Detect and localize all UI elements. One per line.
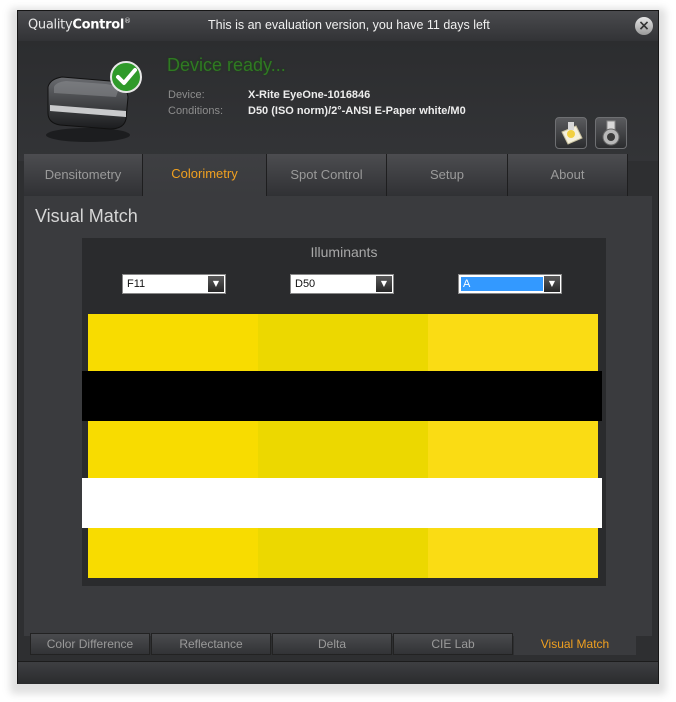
tab-spot-control[interactable]: Spot Control bbox=[267, 154, 387, 196]
subtab-cie-lab[interactable]: CIE Lab bbox=[393, 633, 513, 655]
illuminant-select-2-value: D50 bbox=[295, 278, 316, 290]
panel-title: Illuminants bbox=[310, 244, 378, 260]
illuminant-select-3[interactable]: A ▼ bbox=[458, 274, 562, 294]
swatch-column-a bbox=[428, 314, 598, 578]
sub-tabs: Color Difference Reflectance Delta CIE L… bbox=[24, 633, 652, 657]
conditions-value: D50 (ISO norm)/2°-ANSI E-Paper white/M0 bbox=[248, 105, 466, 117]
app-window: QualityControl® This is an evaluation ve… bbox=[17, 10, 659, 684]
paper-light-icon bbox=[561, 122, 583, 145]
chevron-down-icon[interactable]: ▼ bbox=[376, 276, 392, 292]
subtab-delta[interactable]: Delta bbox=[272, 633, 392, 655]
device-header: Device ready... Device: X-Rite EyeOne-10… bbox=[18, 41, 658, 161]
app-logo: QualityControl® bbox=[28, 17, 131, 33]
illuminant-select-1-value: F11 bbox=[127, 278, 146, 290]
window-title: This is an evaluation version, you have … bbox=[208, 18, 490, 32]
paper-light-button[interactable] bbox=[555, 117, 587, 149]
main-tabs: Densitometry Colorimetry Spot Control Se… bbox=[24, 154, 652, 196]
illuminant-select-1[interactable]: F11 ▼ bbox=[122, 274, 226, 294]
lamp-button[interactable] bbox=[595, 117, 627, 149]
conditions-label: Conditions: bbox=[168, 105, 224, 117]
subtab-color-difference[interactable]: Color Difference bbox=[30, 633, 150, 655]
spectrophotometer-icon bbox=[46, 61, 142, 142]
close-button[interactable]: × bbox=[635, 17, 653, 35]
tab-about[interactable]: About bbox=[508, 154, 628, 196]
device-status: Device ready... bbox=[167, 55, 286, 75]
device-value: X-Rite EyeOne-1016846 bbox=[248, 89, 371, 101]
device-label: Device: bbox=[168, 89, 205, 101]
illuminant-select-3-value: A bbox=[461, 277, 543, 291]
tab-colorimetry[interactable]: Colorimetry bbox=[143, 154, 267, 196]
subtab-visual-match[interactable]: Visual Match bbox=[514, 633, 636, 655]
title-bar[interactable]: QualityControl® This is an evaluation ve… bbox=[18, 11, 658, 41]
swatch-area bbox=[82, 314, 602, 578]
section-title: Visual Match bbox=[35, 206, 138, 226]
content-area: Visual Match Illuminants F11 ▼ D50 ▼ A ▼ bbox=[24, 196, 652, 636]
swatch-column-d50 bbox=[258, 314, 428, 578]
tab-densitometry[interactable]: Densitometry bbox=[24, 154, 143, 196]
chevron-down-icon[interactable]: ▼ bbox=[544, 276, 560, 292]
status-bar bbox=[18, 661, 658, 684]
chevron-down-icon[interactable]: ▼ bbox=[208, 276, 224, 292]
swatch-column-f11 bbox=[88, 314, 258, 578]
white-reference-band bbox=[82, 478, 602, 528]
subtab-reflectance[interactable]: Reflectance bbox=[151, 633, 271, 655]
illuminant-select-2[interactable]: D50 ▼ bbox=[290, 274, 394, 294]
tab-setup[interactable]: Setup bbox=[387, 154, 508, 196]
lamp-icon bbox=[602, 120, 620, 146]
black-reference-band bbox=[82, 371, 602, 421]
visual-match-panel: Illuminants F11 ▼ D50 ▼ A ▼ bbox=[82, 238, 606, 586]
